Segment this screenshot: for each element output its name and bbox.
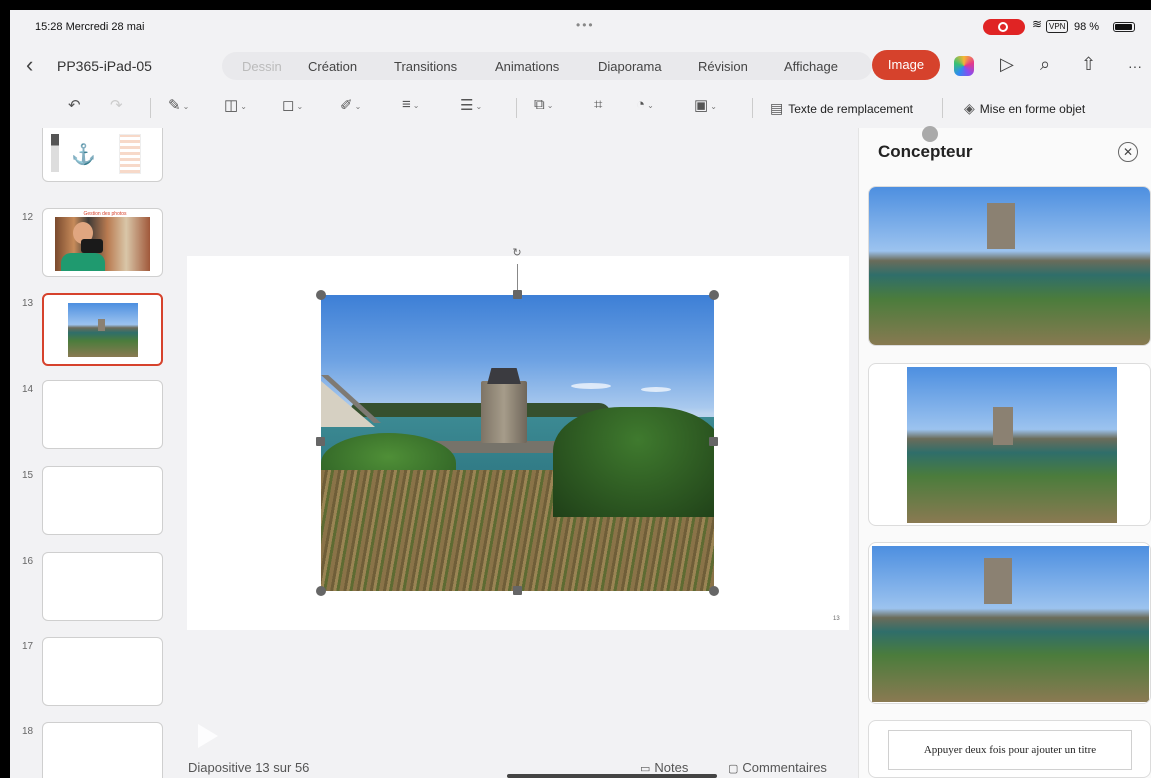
alt-text-icon: ▤ <box>770 100 784 116</box>
slide-thumbnail-11[interactable]: ⚓ <box>42 128 163 182</box>
app-window: 15:28 Mercredi 28 mai ••• ≋ VPN 98 % ‹ P… <box>10 10 1151 778</box>
divider <box>942 98 943 118</box>
ribbon-toolbar: ↶ ↷ ✎ ⌄ ◫ ⌄ ◻ ⌄ ✐ ⌄ ≡ ⌄ ☰ ⌄ ⧉ ⌄ ⌗ ◔ ⌄ ▣ ⌄ ▤ Texte … <box>10 90 1151 126</box>
divider <box>516 98 517 118</box>
multitask-dots[interactable]: ••• <box>576 18 595 32</box>
search-icon[interactable]: ⌕ <box>1040 54 1050 75</box>
ribbon-tabs: Dessin Création Transitions Animations D… <box>222 52 872 80</box>
format-object-icon: ◈ <box>964 100 975 116</box>
close-icon[interactable]: ✕ <box>1118 142 1138 162</box>
wifi-icon: ≋ <box>1032 17 1043 31</box>
designer-title: Concepteur <box>878 142 973 161</box>
comments-button[interactable]: ▢ Commentaires <box>728 760 827 775</box>
anchor-icon: ⚓ <box>71 144 96 166</box>
format-object-label: Mise en forme objet <box>979 102 1086 116</box>
share-icon[interactable]: ⇧ <box>1081 54 1096 75</box>
slide-number: 13 <box>22 298 34 309</box>
tab-dessin[interactable]: Dessin <box>242 59 282 74</box>
slide-counter: Diapositive 13 sur 56 <box>188 760 310 775</box>
slide-number: 15 <box>22 470 34 481</box>
divider <box>752 98 753 118</box>
comments-label: Commentaires <box>742 760 827 775</box>
selected-picture[interactable] <box>321 295 714 591</box>
redo-icon[interactable]: ↷ <box>110 96 123 114</box>
notes-button[interactable]: ▭ Notes <box>640 760 688 775</box>
design-suggestion-1[interactable] <box>868 186 1151 346</box>
home-indicator <box>507 774 717 778</box>
resize-handle-top[interactable] <box>513 290 522 299</box>
slide-number: 14 <box>22 384 34 395</box>
picture-border-icon[interactable]: ◻ ⌄ <box>282 96 303 114</box>
shape-crop-icon[interactable]: ◔ ⌄ <box>636 96 654 113</box>
slide-thumbnail-15[interactable] <box>42 466 163 535</box>
back-chevron-icon[interactable]: ‹ <box>26 52 33 78</box>
resize-handle-bottom-left[interactable] <box>316 586 326 596</box>
resize-handle-right[interactable] <box>709 437 718 446</box>
tab-image[interactable]: Image <box>872 50 940 80</box>
resize-handle-left[interactable] <box>316 437 325 446</box>
tab-animations[interactable]: Animations <box>495 59 559 74</box>
tab-affichage[interactable]: Affichage <box>784 59 838 74</box>
slide-12-photo <box>55 217 150 271</box>
status-time: 15:28 Mercredi 28 mai <box>35 21 145 33</box>
slide-13-photo <box>68 303 138 357</box>
tab-revision[interactable]: Révision <box>698 59 748 74</box>
slide-thumbnail-16[interactable] <box>42 552 163 621</box>
undo-icon[interactable]: ↶ <box>68 96 81 114</box>
picture-styles-icon[interactable]: ✎ ⌄ <box>168 96 189 114</box>
slide-number: 18 <box>22 726 34 737</box>
play-overlay-icon <box>198 724 218 748</box>
slide-thumbnail-17[interactable] <box>42 637 163 706</box>
slide-number: 16 <box>22 556 34 567</box>
arrange-icon[interactable]: ⧉ ⌄ <box>534 96 553 113</box>
vpn-badge: VPN <box>1046 20 1069 33</box>
status-bar: 15:28 Mercredi 28 mai ••• ≋ VPN 98 % <box>10 10 1151 46</box>
tab-diaporama[interactable]: Diaporama <box>598 59 662 74</box>
picture-effects-icon[interactable]: ◫ ⌄ <box>224 96 247 114</box>
more-icon[interactable]: ··· <box>1128 58 1142 74</box>
screen-record-icon <box>983 19 1025 35</box>
panel-grabber[interactable] <box>922 126 938 142</box>
dash-style-icon[interactable]: ☰ ⌄ <box>460 96 482 114</box>
resize-handle-bottom[interactable] <box>513 586 522 595</box>
tab-transitions[interactable]: Transitions <box>394 59 457 74</box>
slide-thumbnail-13[interactable] <box>42 293 163 366</box>
slide-number: 17 <box>22 641 34 652</box>
pen-icon[interactable]: ✐ ⌄ <box>340 96 361 114</box>
battery-percent: 98 % <box>1074 21 1100 33</box>
comment-icon: ▢ <box>728 763 739 775</box>
line-style-icon[interactable]: ≡ ⌄ <box>402 96 419 113</box>
slide-page-number: 13 <box>833 616 840 622</box>
tab-creation[interactable]: Création <box>308 59 357 74</box>
rotate-handle-icon[interactable]: ↻ <box>510 246 524 260</box>
notes-label: Notes <box>654 760 689 775</box>
slide-thumbnail-14[interactable] <box>42 380 163 449</box>
slide-number: 12 <box>22 212 34 223</box>
design-suggestion-2[interactable] <box>868 363 1151 526</box>
alt-text-button[interactable]: ▤ Texte de remplacement <box>770 100 913 117</box>
design-suggestion-3[interactable] <box>868 542 1151 704</box>
resize-handle-bottom-right[interactable] <box>709 586 719 596</box>
play-icon[interactable]: ▷ <box>1000 54 1014 75</box>
slide-thumbnails: ⚓ 12 Gestion des photos 13 14 15 16 17 1… <box>10 128 176 778</box>
slide-thumbnail-12[interactable]: Gestion des photos <box>42 208 163 277</box>
resize-handle-top-left[interactable] <box>316 290 326 300</box>
copilot-icon[interactable] <box>954 56 974 76</box>
change-picture-icon[interactable]: ▣ ⌄ <box>694 96 717 114</box>
divider <box>150 98 151 118</box>
battery-icon <box>1113 22 1135 32</box>
slide-thumbnail-18[interactable] <box>42 722 163 778</box>
menu-row: ‹ PP365-iPad-05 Dessin Création Transiti… <box>10 50 1151 84</box>
document-name[interactable]: PP365-iPad-05 <box>57 58 152 74</box>
resize-handle-top-right[interactable] <box>709 290 719 300</box>
title-placeholder[interactable]: Appuyer deux fois pour ajouter un titre <box>888 730 1132 770</box>
crop-icon[interactable]: ⌗ <box>594 96 602 113</box>
format-object-button[interactable]: ◈ Mise en forme objet <box>964 100 1085 117</box>
alt-text-label: Texte de remplacement <box>788 102 913 116</box>
